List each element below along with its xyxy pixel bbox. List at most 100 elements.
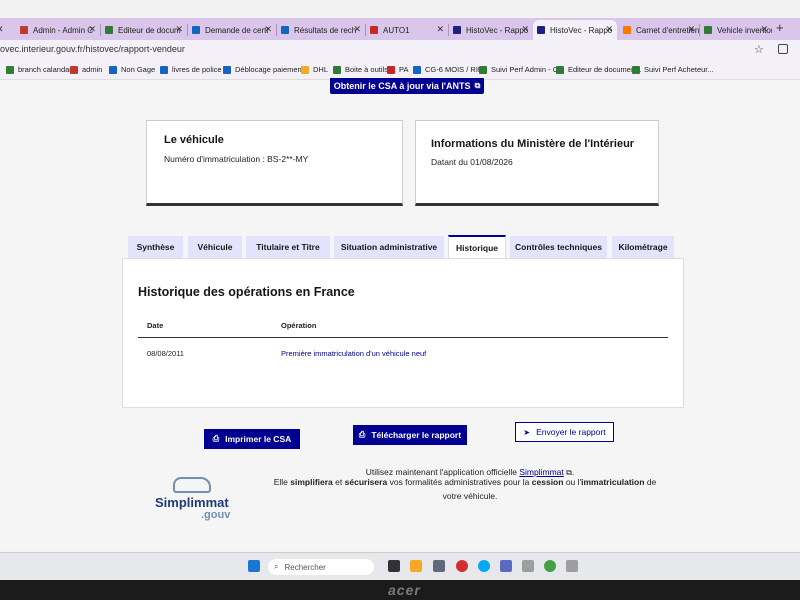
get-csa-ants-button[interactable]: Obtenir le CSA à jour via l'ANTS ⧉ — [330, 78, 484, 94]
search-placeholder: Rechercher — [284, 562, 326, 572]
tab-label: Demande de certi — [205, 25, 269, 35]
teams-icon[interactable] — [500, 560, 512, 572]
bookmark-favicon-icon — [413, 65, 421, 74]
bookmark-favicon-icon — [223, 65, 231, 74]
browser-tab-bar: ✕ Admin - Admin C✕ Editeur de docum✕ Dem… — [0, 18, 800, 40]
close-icon[interactable]: ✕ — [353, 24, 361, 35]
close-icon[interactable]: ✕ — [521, 24, 529, 35]
promo-bold: sécurisera — [344, 477, 388, 487]
bookmark-label: branch calandar — [18, 65, 72, 74]
url-field[interactable]: ovec.interieur.gouv.fr/histovec/rapport-… — [0, 44, 185, 54]
tab-label: Historique — [455, 243, 499, 253]
app-icon[interactable] — [566, 560, 578, 572]
browser-tab-active[interactable]: HistoVec - Rappo ✕ — [533, 20, 617, 40]
browser-tab[interactable]: HistoVec - Rappo ✕ — [449, 20, 533, 40]
bookmark-item[interactable]: CG-6 MOIS / RIB — [413, 65, 483, 74]
chrome-icon[interactable] — [544, 560, 556, 572]
bookmark-favicon-icon — [632, 65, 640, 74]
bookmark-label: Suivi Perf Admin - C... — [491, 65, 565, 74]
search-icon: ⌕ — [274, 562, 279, 571]
favicon-icon — [704, 26, 712, 34]
close-icon[interactable]: ✕ — [88, 24, 96, 35]
tab-label: Résultats de rech — [294, 25, 357, 35]
tab-label: Kilométrage — [618, 242, 668, 252]
promo-bold: immatriculation — [581, 477, 645, 487]
bookmark-item[interactable]: DHL — [301, 65, 328, 74]
promo-text: et — [335, 477, 343, 487]
bookmark-item[interactable]: Déblocage paiement — [223, 65, 304, 74]
promo-text: vos formalités administratives pour la — [389, 477, 530, 487]
opera-icon[interactable] — [456, 560, 468, 572]
bookmark-label: admin — [82, 65, 103, 74]
app-icon[interactable] — [522, 560, 534, 572]
close-icon[interactable]: ✕ — [0, 24, 4, 35]
close-icon[interactable]: ✕ — [436, 24, 444, 35]
tab-vehicule[interactable]: Véhicule — [188, 236, 242, 258]
simplimmat-logo: Simplimmat .gouv — [155, 475, 245, 525]
browser-tab[interactable]: Editeur de docum ✕ — [101, 20, 187, 40]
folder-icon[interactable] — [410, 560, 422, 572]
bookmark-label: Suivi Perf Acheteur... — [644, 65, 714, 74]
button-label: Télécharger le rapport — [371, 430, 462, 440]
tab-controles-techniques[interactable]: Contrôles techniques — [510, 236, 607, 258]
tab-titulaire-titre[interactable]: Titulaire et Titre — [246, 236, 330, 258]
windows-start-icon[interactable] — [248, 560, 260, 572]
bookmark-label: CG-6 MOIS / RIB — [425, 65, 483, 74]
new-tab-button[interactable]: + — [776, 20, 784, 35]
bookmark-label: Boite à outils — [345, 65, 388, 74]
taskbar-search[interactable]: ⌕ Rechercher — [268, 559, 374, 575]
bookmark-label: Editeur de documen... — [568, 65, 642, 74]
tab-synthese[interactable]: Synthèse — [128, 236, 183, 258]
tab-label: HistoVec - Rappo — [550, 25, 613, 35]
browser-tab[interactable]: ✕ — [0, 20, 16, 40]
bookmark-item[interactable]: branch calandar — [6, 65, 72, 74]
bookmark-item[interactable]: livres de police — [160, 65, 222, 74]
bookmark-item[interactable]: Boite à outils — [333, 65, 388, 74]
bookmark-item[interactable]: Suivi Perf Acheteur... — [632, 65, 714, 74]
favicon-icon — [105, 26, 113, 34]
calculator-icon[interactable] — [433, 560, 445, 572]
close-icon[interactable]: ✕ — [175, 24, 183, 35]
browser-tab[interactable]: Résultats de rech ✕ — [277, 20, 365, 40]
print-csa-button[interactable]: ⎙ Imprimer le CSA — [204, 429, 300, 449]
promo-bold: simplifiera — [290, 477, 333, 487]
monitor-bezel: acer — [0, 580, 800, 600]
browser-tab[interactable]: Carnet d'entretien ✕ — [619, 20, 699, 40]
simplimmat-link[interactable]: Simplimmat — [519, 467, 563, 477]
close-icon[interactable]: ✕ — [687, 24, 695, 35]
bookmark-item[interactable]: Suivi Perf Admin - C... — [479, 65, 564, 74]
extensions-icon[interactable] — [778, 44, 788, 54]
bookmark-item[interactable]: PA — [387, 65, 408, 74]
skype-icon[interactable] — [478, 560, 490, 572]
close-icon[interactable]: ✕ — [760, 24, 768, 35]
download-report-button[interactable]: ⎙ Télécharger le rapport — [353, 425, 467, 445]
taskbar: ⌕ Rechercher — [0, 552, 800, 580]
tab-kilometrage[interactable]: Kilométrage — [612, 236, 674, 258]
bookmark-item[interactable]: admin — [70, 65, 102, 74]
button-label: Imprimer le CSA — [225, 434, 292, 444]
browser-tab[interactable]: Vehicle inventory ✕ — [700, 20, 772, 40]
close-icon[interactable]: ✕ — [264, 24, 272, 35]
task-view-icon[interactable] — [388, 560, 400, 572]
bookmark-item[interactable]: Non Gage — [109, 65, 155, 74]
tab-label: Synthèse — [136, 242, 175, 252]
bookmark-favicon-icon — [333, 65, 341, 74]
tab-situation-administrative[interactable]: Situation administrative — [334, 236, 444, 258]
close-icon[interactable]: ✕ — [605, 24, 613, 35]
bookmark-label: DHL — [313, 65, 329, 74]
bookmark-star-icon[interactable]: ☆ — [754, 43, 764, 56]
external-link-icon: ⧉ — [566, 468, 572, 477]
favicon-icon — [20, 26, 28, 34]
send-report-button[interactable]: ➤ Envoyer le rapport — [515, 422, 614, 442]
favicon-icon — [281, 26, 289, 34]
monitor-brand-logo: acer — [388, 582, 421, 598]
ministry-date-text: Datant du 01/08/2026 — [431, 157, 513, 167]
favicon-icon — [192, 26, 200, 34]
browser-tab[interactable]: Demande de certi ✕ — [188, 20, 276, 40]
tab-label: Titulaire et Titre — [256, 242, 320, 252]
browser-tab[interactable]: Admin - Admin C ✕ — [16, 20, 100, 40]
bookmark-favicon-icon — [387, 65, 395, 74]
browser-tab[interactable]: AUTO1 ✕ — [366, 20, 448, 40]
bookmark-item[interactable]: Editeur de documen... — [556, 65, 641, 74]
tab-historique[interactable]: Historique — [448, 235, 506, 259]
